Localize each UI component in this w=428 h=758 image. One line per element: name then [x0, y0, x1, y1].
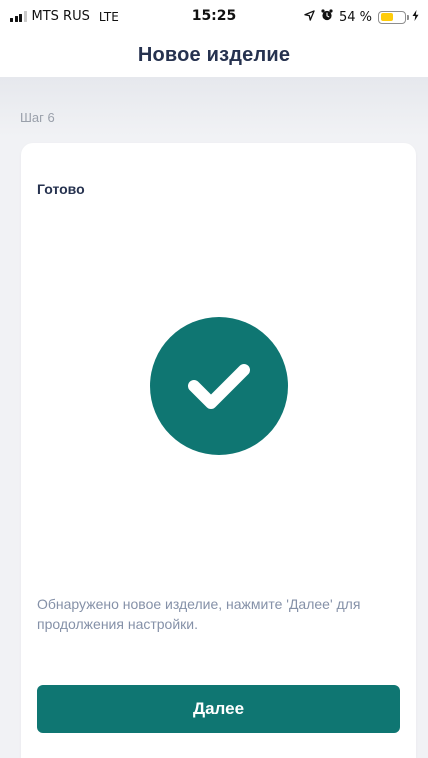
card-message: Обнаружено новое изделие, нажмите 'Далее…: [37, 596, 361, 632]
result-card: Готово Обнаружено новое изделие, нажмите…: [21, 143, 416, 758]
next-button[interactable]: Далее: [37, 685, 400, 733]
location-icon: [304, 9, 315, 25]
charging-icon: [412, 10, 419, 24]
battery-percent: 54 %: [338, 9, 372, 25]
alarm-icon: [321, 9, 333, 25]
step-label: Шаг 6: [20, 110, 55, 125]
next-button-label: Далее: [192, 699, 245, 718]
battery-icon: [378, 10, 409, 24]
navigation-header: Новое изделие: [0, 34, 428, 76]
card-title: Готово: [37, 181, 85, 197]
battery-level: [380, 13, 393, 21]
content-area: Шаг 6 Готово Обнаружено новое изделие, н…: [0, 77, 428, 758]
status-right: 54 %: [304, 9, 419, 25]
page-title: Новое изделие: [137, 43, 291, 66]
status-bar: MTS RUS LTE 15:25 54 %: [0, 0, 428, 34]
check-circle-icon: [150, 317, 288, 455]
